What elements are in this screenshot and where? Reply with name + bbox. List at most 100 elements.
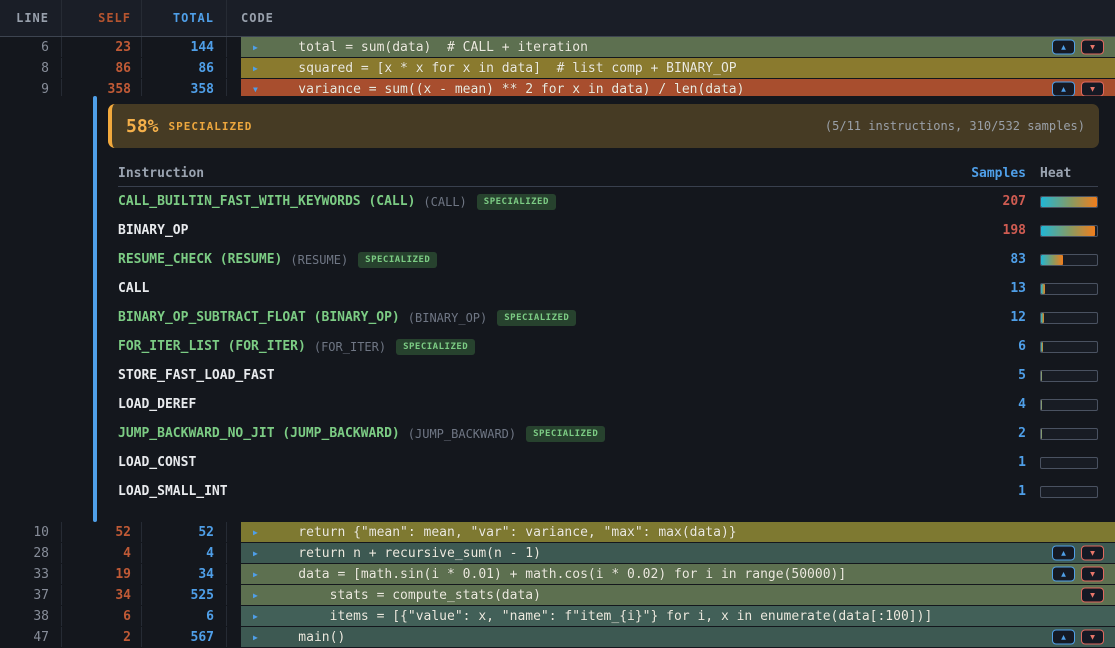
expand-icon[interactable]: ▶ xyxy=(241,633,267,642)
move-up-button[interactable]: ▲ xyxy=(1052,546,1075,561)
samples-value: 6 xyxy=(946,339,1026,354)
code-text: variance = sum((x - mean) ** 2 for x in … xyxy=(267,82,744,97)
specialized-percent: 58% xyxy=(126,116,159,137)
instruction-name: STORE_FAST_LOAD_FAST xyxy=(118,368,275,383)
samples-value: 13 xyxy=(946,281,1026,296)
heat-strip: ▶ stats = compute_stats(data) ▼ xyxy=(241,585,1115,605)
heat-bar-fill xyxy=(1041,255,1063,265)
line-number: 38 xyxy=(0,606,62,626)
heat-bar-fill xyxy=(1041,284,1045,294)
code-text: return n + recursive_sum(n - 1) xyxy=(267,546,541,561)
column-header-heat: Heat xyxy=(1040,166,1098,181)
code-row-line-8[interactable]: 8 86 86 ▶ squared = [x * x for x in data… xyxy=(0,58,1115,79)
heat-bar-fill xyxy=(1041,429,1042,439)
expand-icon[interactable]: ▶ xyxy=(241,549,267,558)
expand-icon[interactable]: ▶ xyxy=(241,43,267,52)
heat-strip: ▶ squared = [x * x for x in data] # list… xyxy=(241,58,1115,78)
self-samples: 2 xyxy=(62,627,142,647)
specialized-badge: SPECIALIZED xyxy=(477,194,556,210)
instruction-name: LOAD_SMALL_INT xyxy=(118,484,228,499)
heat-bar-fill xyxy=(1041,342,1043,352)
column-header-self[interactable]: SELF xyxy=(62,0,142,36)
total-samples: 567 xyxy=(142,627,227,647)
self-samples: 52 xyxy=(62,522,142,542)
move-down-button[interactable]: ▼ xyxy=(1081,588,1104,603)
code-row-line-28[interactable]: 28 4 4 ▶ return n + recursive_sum(n - 1)… xyxy=(0,543,1115,564)
code-text: squared = [x * x for x in data] # list c… xyxy=(267,61,737,76)
total-samples: 86 xyxy=(142,58,227,78)
samples-value: 198 xyxy=(946,223,1026,238)
expand-icon[interactable]: ▶ xyxy=(241,570,267,579)
specialized-badge: SPECIALIZED xyxy=(526,426,605,442)
samples-value: 5 xyxy=(946,368,1026,383)
total-samples: 4 xyxy=(142,543,227,563)
move-down-button[interactable]: ▼ xyxy=(1081,630,1104,645)
instruction-table: Instruction Samples Heat CALL_BUILTIN_FA… xyxy=(118,160,1098,506)
code-text: items = [{"value": x, "name": f"item_{i}… xyxy=(267,609,932,624)
line-number: 37 xyxy=(0,585,62,605)
self-samples: 34 xyxy=(62,585,142,605)
instruction-name: FOR_ITER_LIST (FOR_ITER) xyxy=(118,339,306,354)
heat-bar xyxy=(1040,225,1098,237)
code-row-line-33[interactable]: 33 19 34 ▶ data = [math.sin(i * 0.01) + … xyxy=(0,564,1115,585)
code-row-line-37[interactable]: 37 34 525 ▶ stats = compute_stats(data) … xyxy=(0,585,1115,606)
code-text: total = sum(data) # CALL + iteration xyxy=(267,40,588,55)
expand-icon[interactable]: ▶ xyxy=(241,528,267,537)
instruction-row: LOAD_DEREF 4 xyxy=(118,390,1098,419)
expand-icon[interactable]: ▶ xyxy=(241,591,267,600)
expand-icon[interactable]: ▶ xyxy=(241,612,267,621)
heat-bar xyxy=(1040,283,1098,295)
samples-value: 4 xyxy=(946,397,1026,412)
instruction-row: CALL_BUILTIN_FAST_WITH_KEYWORDS (CALL) (… xyxy=(118,187,1098,216)
code-row-line-6[interactable]: 6 23 144 ▶ total = sum(data) # CALL + it… xyxy=(0,37,1115,58)
heat-bar-fill xyxy=(1041,400,1042,410)
instruction-alias: (RESUME) xyxy=(290,253,348,267)
specialized-label: SPECIALIZED xyxy=(169,120,253,133)
column-header-samples[interactable]: Samples xyxy=(946,166,1026,181)
instruction-row: FOR_ITER_LIST (FOR_ITER) (FOR_ITER) SPEC… xyxy=(118,332,1098,361)
move-down-button[interactable]: ▼ xyxy=(1081,567,1104,582)
specialized-badge: SPECIALIZED xyxy=(497,310,576,326)
heat-bar-fill xyxy=(1041,313,1044,323)
code-text: main() xyxy=(267,630,345,645)
specialization-panel: 58% SPECIALIZED (5/11 instructions, 310/… xyxy=(0,96,1115,522)
samples-value: 207 xyxy=(946,194,1026,209)
move-down-button[interactable]: ▼ xyxy=(1081,40,1104,55)
collapse-icon[interactable]: ▼ xyxy=(241,85,267,94)
column-header-total[interactable]: TOTAL xyxy=(142,0,227,36)
move-up-button[interactable]: ▲ xyxy=(1052,40,1075,55)
instruction-row: RESUME_CHECK (RESUME) (RESUME) SPECIALIZ… xyxy=(118,245,1098,274)
specialized-banner: 58% SPECIALIZED (5/11 instructions, 310/… xyxy=(108,104,1099,148)
instruction-name: LOAD_CONST xyxy=(118,455,196,470)
code-text: data = [math.sin(i * 0.01) + math.cos(i … xyxy=(267,567,846,582)
move-down-button[interactable]: ▼ xyxy=(1081,82,1104,97)
column-header-code: CODE xyxy=(227,0,1115,36)
heat-bar-fill xyxy=(1041,226,1095,236)
samples-value: 83 xyxy=(946,252,1026,267)
move-down-button[interactable]: ▼ xyxy=(1081,546,1104,561)
self-samples: 23 xyxy=(62,37,142,57)
move-up-button[interactable]: ▲ xyxy=(1052,82,1075,97)
heat-strip: ▶ return n + recursive_sum(n - 1) ▲ ▼ xyxy=(241,543,1115,563)
line-number: 10 xyxy=(0,522,62,542)
bottom-code-table: 10 52 52 ▶ return {"mean": mean, "var": … xyxy=(0,522,1115,648)
code-row-line-10[interactable]: 10 52 52 ▶ return {"mean": mean, "var": … xyxy=(0,522,1115,543)
instruction-name: CALL xyxy=(118,281,149,296)
expand-icon[interactable]: ▶ xyxy=(241,64,267,73)
instruction-row: CALL 13 xyxy=(118,274,1098,303)
move-up-button[interactable]: ▲ xyxy=(1052,567,1075,582)
panel-indent-line xyxy=(93,96,97,522)
heat-strip: ▶ main() ▲ ▼ xyxy=(241,627,1115,647)
line-number: 33 xyxy=(0,564,62,584)
heat-bar xyxy=(1040,196,1098,208)
instruction-alias: (FOR_ITER) xyxy=(314,340,386,354)
move-up-button[interactable]: ▲ xyxy=(1052,630,1075,645)
instruction-table-header: Instruction Samples Heat xyxy=(118,160,1098,187)
instruction-row: BINARY_OP_SUBTRACT_FLOAT (BINARY_OP) (BI… xyxy=(118,303,1098,332)
heat-bar xyxy=(1040,428,1098,440)
code-row-line-38[interactable]: 38 6 6 ▶ items = [{"value": x, "name": f… xyxy=(0,606,1115,627)
heat-bar xyxy=(1040,341,1098,353)
line-number: 8 xyxy=(0,58,62,78)
heat-strip: ▶ items = [{"value": x, "name": f"item_{… xyxy=(241,606,1115,626)
self-samples: 6 xyxy=(62,606,142,626)
